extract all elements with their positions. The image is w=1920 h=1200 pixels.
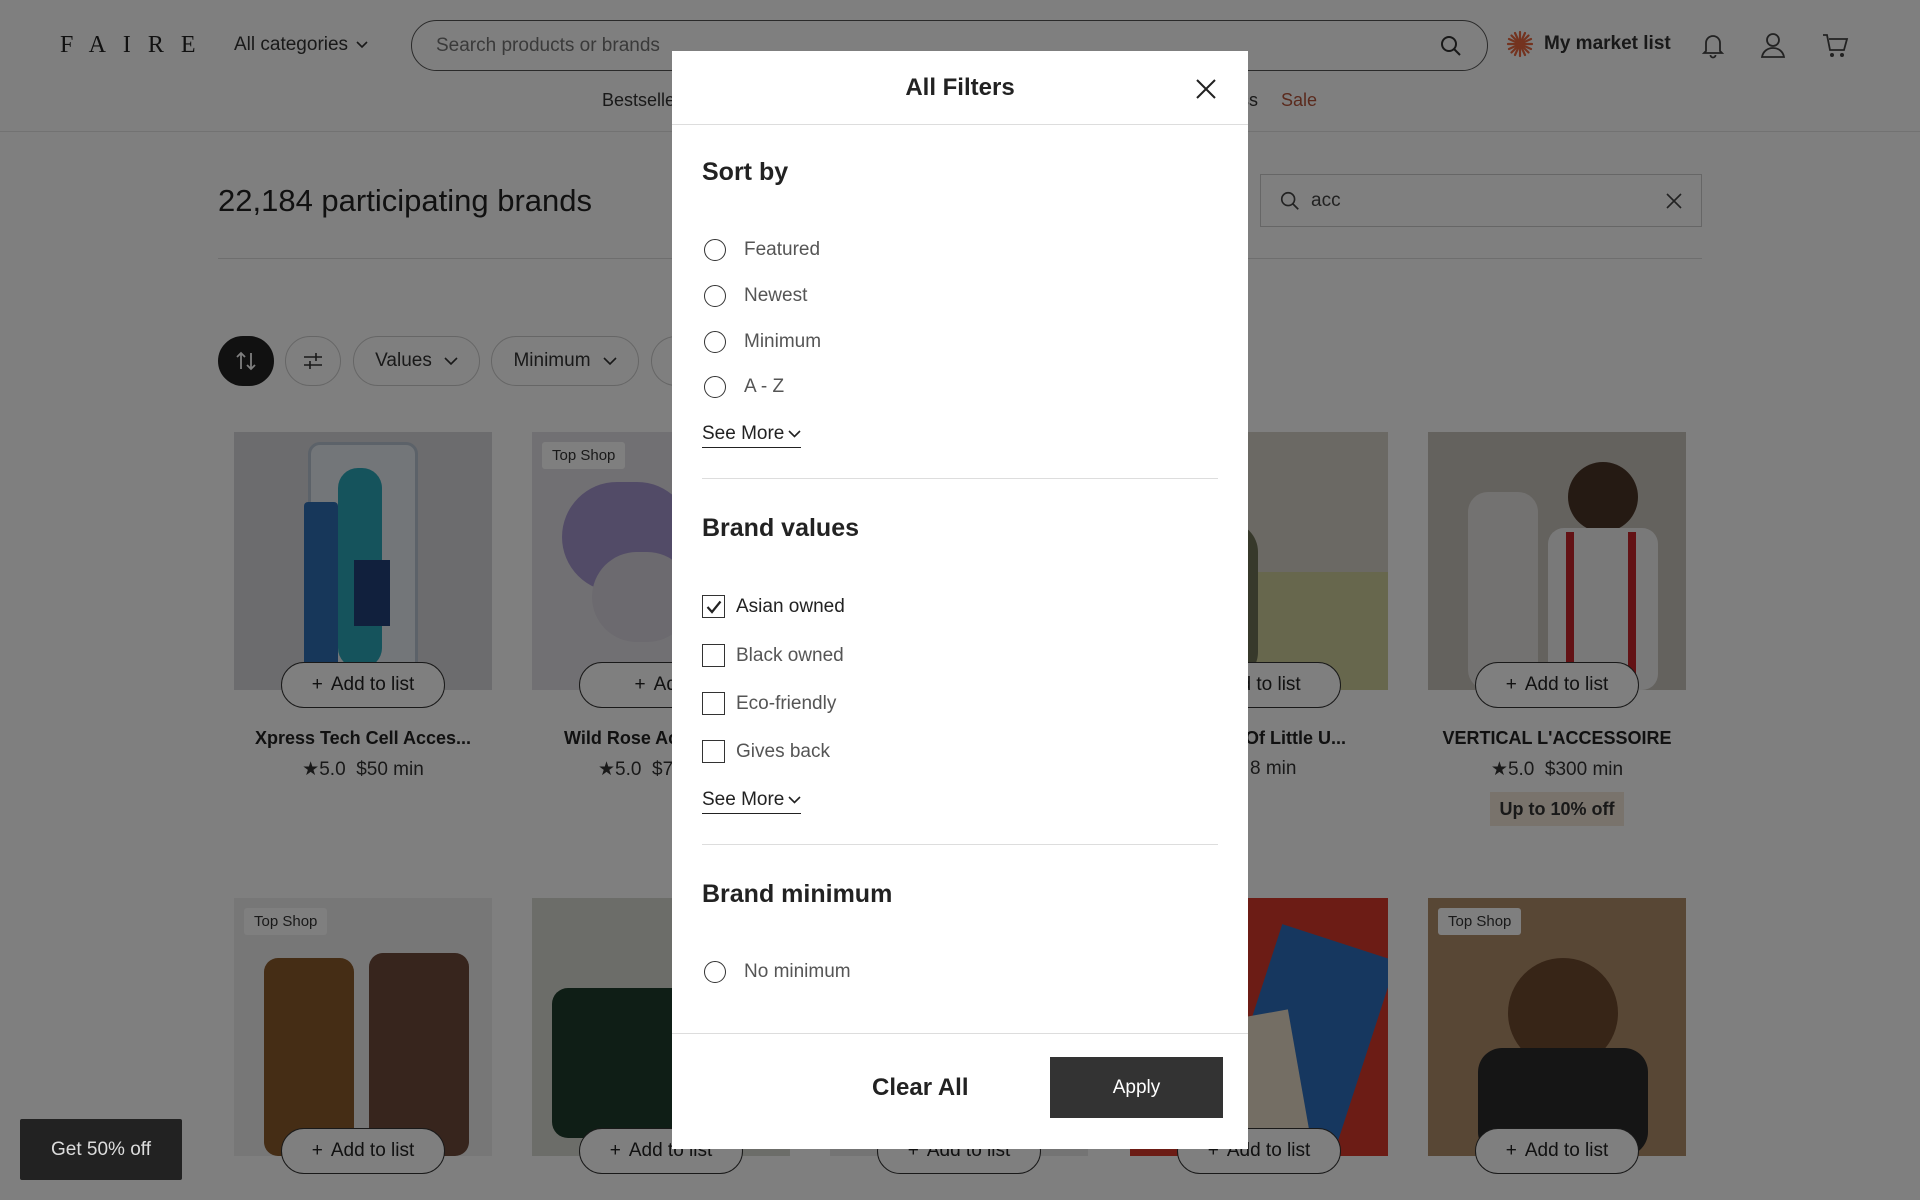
- value-option-label: Gives back: [736, 740, 830, 762]
- checkmark-icon: [706, 600, 721, 614]
- value-option-eco-friendly[interactable]: Eco-friendly: [702, 692, 836, 715]
- brand-values-title: Brand values: [702, 514, 860, 542]
- sort-option-featured[interactable]: Featured: [702, 239, 820, 261]
- all-filters-modal: All Filters Sort by Featured Newest Mini…: [672, 51, 1248, 1149]
- sort-see-more-link[interactable]: See More: [702, 423, 802, 448]
- sort-option-label: A - Z: [744, 376, 785, 397]
- modal-footer: Clear All Apply: [672, 1033, 1248, 1149]
- sort-option-label: Featured: [744, 239, 821, 260]
- checkbox-checked[interactable]: [702, 595, 725, 618]
- radio-button[interactable]: [704, 239, 726, 261]
- value-option-label: Black owned: [736, 644, 844, 666]
- sort-option-label: Minimum: [744, 331, 822, 352]
- apply-button[interactable]: Apply: [1050, 1057, 1223, 1118]
- close-icon[interactable]: [1194, 77, 1218, 101]
- radio-button[interactable]: [704, 376, 726, 398]
- sort-option-minimum[interactable]: Minimum: [702, 331, 821, 353]
- checkbox[interactable]: [702, 692, 725, 715]
- modal-title: All Filters: [905, 74, 1015, 101]
- value-option-asian-owned[interactable]: Asian owned: [702, 595, 845, 618]
- minimum-option-label: No minimum: [744, 961, 851, 982]
- chevron-down-icon: [788, 430, 801, 438]
- radio-button[interactable]: [704, 961, 726, 983]
- checkbox[interactable]: [702, 740, 725, 763]
- value-option-gives-back[interactable]: Gives back: [702, 740, 830, 763]
- section-divider: [702, 478, 1218, 479]
- chevron-down-icon: [788, 796, 801, 804]
- values-see-more-link[interactable]: See More: [702, 789, 802, 814]
- minimum-option-no-minimum[interactable]: No minimum: [702, 961, 851, 983]
- sort-by-title: Sort by: [702, 158, 789, 186]
- sort-option-newest[interactable]: Newest: [702, 285, 807, 307]
- radio-button[interactable]: [704, 285, 726, 307]
- value-option-black-owned[interactable]: Black owned: [702, 644, 844, 667]
- checkbox[interactable]: [702, 644, 725, 667]
- sort-option-label: Newest: [744, 285, 808, 306]
- value-option-label: Asian owned: [736, 595, 845, 617]
- see-more-label: See More: [702, 423, 785, 444]
- modal-header: All Filters: [672, 51, 1248, 125]
- section-divider: [702, 844, 1218, 845]
- brand-minimum-title: Brand minimum: [702, 880, 893, 908]
- see-more-label: See More: [702, 789, 785, 810]
- sort-option-a-z[interactable]: A - Z: [702, 376, 784, 398]
- discount-promo-button[interactable]: Get 50% off: [20, 1119, 182, 1180]
- value-option-label: Eco-friendly: [736, 692, 837, 714]
- clear-all-button[interactable]: Clear All: [872, 1074, 968, 1102]
- radio-button[interactable]: [704, 331, 726, 353]
